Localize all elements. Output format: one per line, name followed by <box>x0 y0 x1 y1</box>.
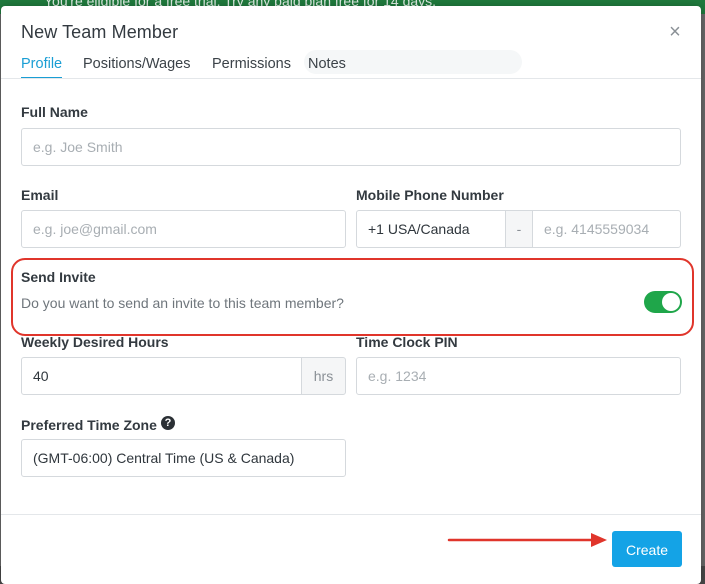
country-code-select[interactable]: +1 USA/Canada <box>356 210 506 248</box>
send-invite-label: Send Invite <box>21 269 96 285</box>
create-button[interactable]: Create <box>612 531 682 567</box>
email-input[interactable]: e.g. joe@gmail.com <box>21 210 346 248</box>
hours-suffix: hrs <box>301 357 346 395</box>
mobile-phone-label: Mobile Phone Number <box>356 187 504 203</box>
send-invite-toggle[interactable] <box>644 291 682 313</box>
tab-positions-wages[interactable]: Positions/Wages <box>83 55 190 79</box>
full-name-label: Full Name <box>21 104 88 120</box>
toggle-knob <box>662 293 680 311</box>
question-circle-icon[interactable]: ? <box>161 416 175 430</box>
tab-permissions[interactable]: Permissions <box>212 55 291 79</box>
time-clock-pin-label: Time Clock PIN <box>356 334 458 350</box>
weekly-hours-input[interactable]: 40 <box>21 357 302 395</box>
new-team-member-modal: New Team Member × Profile Positions/Wage… <box>1 6 701 584</box>
send-invite-description: Do you want to send an invite to this te… <box>21 295 344 311</box>
tab-profile[interactable]: Profile <box>21 55 63 79</box>
arrow-right-icon <box>447 533 607 547</box>
phone-number-input[interactable]: e.g. 4145559034 <box>532 210 681 248</box>
tabs-divider <box>1 78 701 79</box>
tab-notes[interactable]: Notes <box>308 55 346 79</box>
time-zone-select[interactable]: (GMT-06:00) Central Time (US & Canada) <box>21 439 346 477</box>
weekly-hours-label: Weekly Desired Hours <box>21 334 169 350</box>
modal-title: New Team Member <box>21 22 179 42</box>
close-icon[interactable]: × <box>666 22 684 42</box>
time-zone-label: Preferred Time Zone <box>21 417 157 433</box>
full-name-input[interactable]: e.g. Joe Smith <box>21 128 681 166</box>
time-clock-pin-input[interactable]: e.g. 1234 <box>356 357 681 395</box>
email-label: Email <box>21 187 59 203</box>
phone-separator: - <box>505 210 533 248</box>
footer-divider <box>1 514 701 515</box>
